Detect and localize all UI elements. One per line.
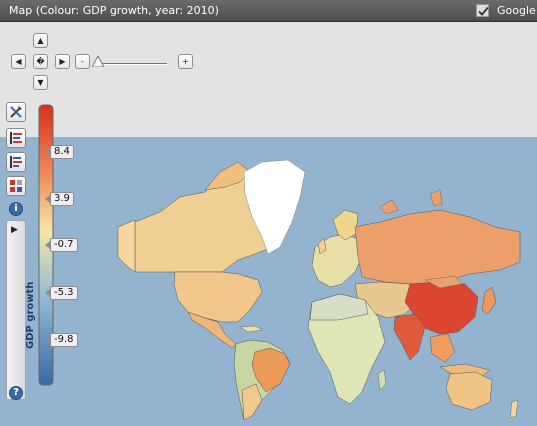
map-viewport[interactable]: ▲ ◀ � ▶ ▼ - + i ▶ GDP growth ? 8.4 3.9 -…: [0, 22, 537, 426]
pan-left-button[interactable]: ◀: [11, 54, 26, 69]
scale-tick-label: -9.8: [45, 333, 78, 347]
legend-button[interactable]: [6, 128, 26, 148]
zoom-slider-track[interactable]: [98, 63, 167, 65]
settings-button[interactable]: [6, 102, 26, 122]
scale-tick-label: 3.9: [45, 192, 74, 206]
pan-up-button[interactable]: ▲: [33, 33, 48, 48]
zoom-slider-thumb[interactable]: [92, 56, 104, 67]
scale-tick-label: -5.3: [45, 286, 78, 300]
scale-tick-label: 8.4: [45, 145, 74, 159]
map-title: Map (Colour: GDP growth, year: 2010): [9, 4, 219, 17]
world-map[interactable]: [0, 22, 537, 426]
checkmark-icon: [478, 6, 489, 16]
wrench-screwdriver-icon: [10, 106, 22, 118]
panel-label: GDP growth: [25, 281, 36, 349]
zoom-in-button[interactable]: +: [178, 54, 193, 69]
help-icon[interactable]: ?: [9, 386, 23, 400]
expand-arrow-icon: ▶: [11, 225, 18, 235]
color-table-button[interactable]: [6, 176, 26, 196]
list-chart-alt-icon: [10, 156, 22, 168]
color-table-icon: [10, 180, 22, 192]
info-icon[interactable]: i: [9, 202, 23, 216]
zoom-out-button[interactable]: -: [75, 54, 90, 69]
legend-alt-button[interactable]: [6, 152, 26, 172]
google-label: Google: [497, 4, 536, 17]
title-bar: Map (Colour: GDP growth, year: 2010) Goo…: [0, 0, 537, 22]
scale-tick-label: -0.7: [45, 238, 78, 252]
list-chart-icon: [10, 132, 22, 144]
pan-down-button[interactable]: ▼: [33, 75, 48, 90]
pan-center-button[interactable]: �: [33, 54, 48, 69]
side-panel-toggle[interactable]: ▶ GDP growth: [6, 220, 36, 400]
pan-right-button[interactable]: ▶: [55, 54, 70, 69]
google-checkbox[interactable]: [476, 4, 489, 17]
australia[interactable]: [445, 371, 493, 411]
